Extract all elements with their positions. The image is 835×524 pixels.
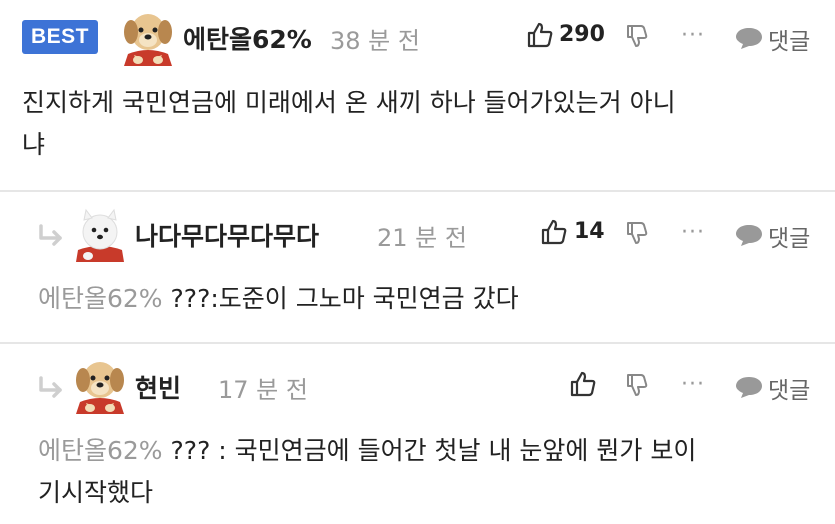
comment-text-line: 진지하게 국민연금에 미래에서 온 새끼 하나 들어가있는거 아니: [22, 88, 676, 117]
author-name[interactable]: 현빈: [135, 369, 181, 405]
speech-bubble-icon[interactable]: [735, 223, 763, 247]
reply-arrow-icon: [38, 376, 66, 398]
avatar[interactable]: [72, 356, 128, 414]
thumbs-down-icon[interactable]: [626, 24, 648, 48]
timestamp: 38 분 전: [330, 27, 420, 55]
speech-bubble-icon[interactable]: [735, 375, 763, 399]
comment-text-line: 기시작했다: [38, 478, 154, 507]
reply-button[interactable]: 댓글: [768, 371, 810, 405]
reply-button[interactable]: 댓글: [768, 219, 810, 253]
comment-text: 진지하게 국민연금에 미래에서 온 새끼 하나 들어가있는거 아니 냐: [22, 82, 676, 166]
dog-avatar: [76, 208, 124, 262]
author-name[interactable]: 에탄올62%: [183, 20, 312, 56]
divider: [0, 342, 835, 344]
thumbs-up-icon[interactable]: [527, 22, 553, 48]
comment-text-body: ???:도준이 그노마 국민연금 갔다: [162, 284, 519, 313]
reply-button[interactable]: 댓글: [768, 22, 810, 56]
speech-bubble-icon[interactable]: [735, 26, 763, 50]
author-name[interactable]: 나다무다무다무다: [135, 217, 319, 253]
thumbs-down-icon[interactable]: [626, 221, 648, 245]
puppy-avatar: [76, 362, 124, 414]
avatar[interactable]: [72, 206, 128, 262]
best-badge: BEST: [22, 20, 99, 54]
comment-text-line: 냐: [22, 130, 46, 159]
avatar[interactable]: [120, 8, 176, 66]
thumbs-down-icon[interactable]: [626, 373, 648, 397]
more-icon[interactable]: ···: [681, 372, 705, 397]
mention[interactable]: 에탄올62%: [38, 284, 163, 313]
divider: [0, 190, 835, 192]
timestamp: 21 분 전: [377, 224, 467, 252]
reply-arrow-icon: [38, 224, 66, 246]
like-count: 14: [574, 219, 605, 244]
comment-text-line: 에탄올62% ??? : 국민연금에 들어간 첫날 내 눈앞에 뭔가 보이: [38, 430, 696, 472]
thumbs-up-icon[interactable]: [541, 219, 567, 245]
puppy-avatar: [124, 14, 172, 66]
timestamp: 17 분 전: [218, 376, 308, 404]
comment-text: 에탄올62% ???:도준이 그노마 국민연금 갔다: [38, 278, 519, 320]
more-icon[interactable]: ···: [681, 23, 705, 48]
comment-text: 에탄올62% ??? : 국민연금에 들어간 첫날 내 눈앞에 뭔가 보이 기시…: [38, 430, 696, 514]
comment-text-body: ??? : 국민연금에 들어간 첫날 내 눈앞에 뭔가 보이: [162, 436, 697, 465]
more-icon[interactable]: ···: [681, 220, 705, 245]
mention[interactable]: 에탄올62%: [38, 436, 163, 465]
thumbs-up-icon[interactable]: [570, 371, 596, 397]
like-count: 290: [559, 22, 605, 47]
